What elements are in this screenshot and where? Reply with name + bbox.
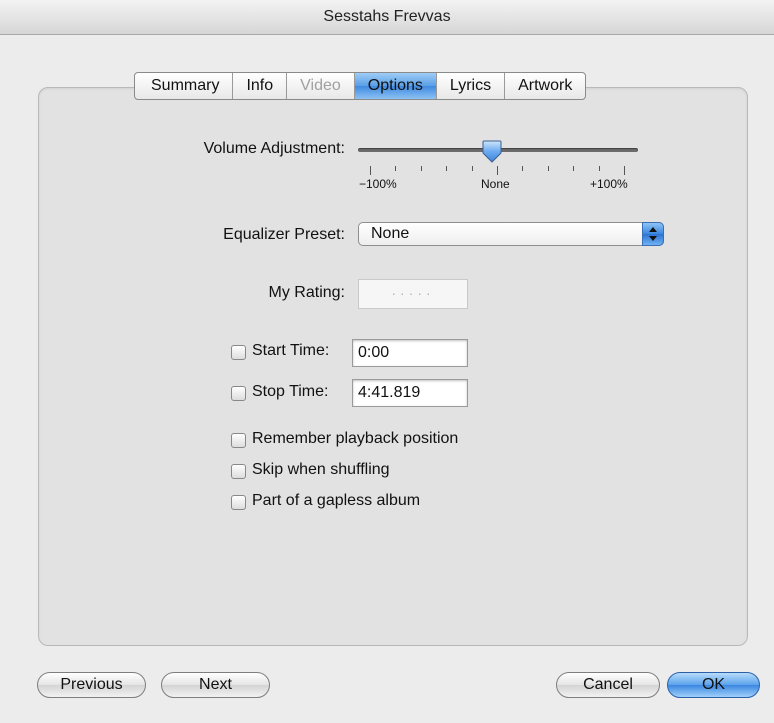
volume-tick: [395, 166, 397, 171]
remember-playback-checkbox[interactable]: [231, 433, 246, 448]
stop-time-checkbox[interactable]: [231, 386, 246, 401]
gapless-album-checkbox[interactable]: [231, 495, 246, 510]
remember-playback-label: Remember playback position: [252, 430, 459, 447]
volume-mid-label: None: [481, 177, 510, 191]
equalizer-preset-select[interactable]: None: [358, 222, 664, 246]
start-time-label: Start Time:: [252, 342, 330, 359]
volume-tick: [446, 166, 448, 171]
skip-shuffling-label: Skip when shuffling: [252, 461, 390, 478]
next-button[interactable]: Next: [161, 672, 270, 698]
popup-arrows-icon: [642, 222, 664, 246]
track-info-dialog: Sesstahs Frevvas Summary Info Video Opti…: [0, 0, 774, 723]
previous-button[interactable]: Previous: [37, 672, 146, 698]
tab-artwork[interactable]: Artwork: [504, 73, 585, 99]
skip-shuffling-checkbox[interactable]: [231, 464, 246, 479]
volume-tick: [420, 166, 422, 171]
gapless-album-label: Part of a gapless album: [252, 492, 421, 509]
start-time-field[interactable]: 0:00: [352, 339, 468, 367]
window-title: Sesstahs Frevvas: [0, 0, 774, 35]
volume-tick: [573, 166, 575, 171]
volume-tick: [598, 166, 600, 171]
volume-tick: [522, 166, 524, 171]
volume-tick: [370, 166, 371, 175]
volume-tick: [497, 166, 498, 175]
equalizer-preset-label: Equalizer Preset:: [223, 226, 345, 243]
stop-time-label: Stop Time:: [252, 383, 329, 400]
volume-max-label: +100%: [590, 177, 628, 191]
tab-info[interactable]: Info: [232, 73, 286, 99]
equalizer-preset-value: None: [371, 225, 410, 242]
stop-time-field[interactable]: 4:41.819: [352, 379, 468, 407]
volume-adjustment-label: Volume Adjustment:: [203, 140, 345, 157]
my-rating-label: My Rating:: [268, 284, 345, 301]
volume-tick: [471, 166, 473, 171]
tab-options[interactable]: Options: [353, 73, 436, 99]
volume-tick: [547, 166, 549, 171]
tab-summary[interactable]: Summary: [135, 73, 232, 99]
volume-tick: [624, 166, 625, 175]
rating-stars[interactable]: ·····: [358, 279, 468, 309]
cancel-button[interactable]: Cancel: [556, 672, 660, 698]
tab-lyrics[interactable]: Lyrics: [435, 73, 504, 99]
tab-bar: Summary Info Video Options Lyrics Artwor…: [134, 72, 587, 100]
volume-slider-knob[interactable]: [481, 140, 503, 164]
start-time-checkbox[interactable]: [231, 345, 246, 360]
ok-button[interactable]: OK: [667, 672, 760, 698]
volume-min-label: −100%: [359, 177, 397, 191]
tab-video: Video: [286, 73, 354, 99]
